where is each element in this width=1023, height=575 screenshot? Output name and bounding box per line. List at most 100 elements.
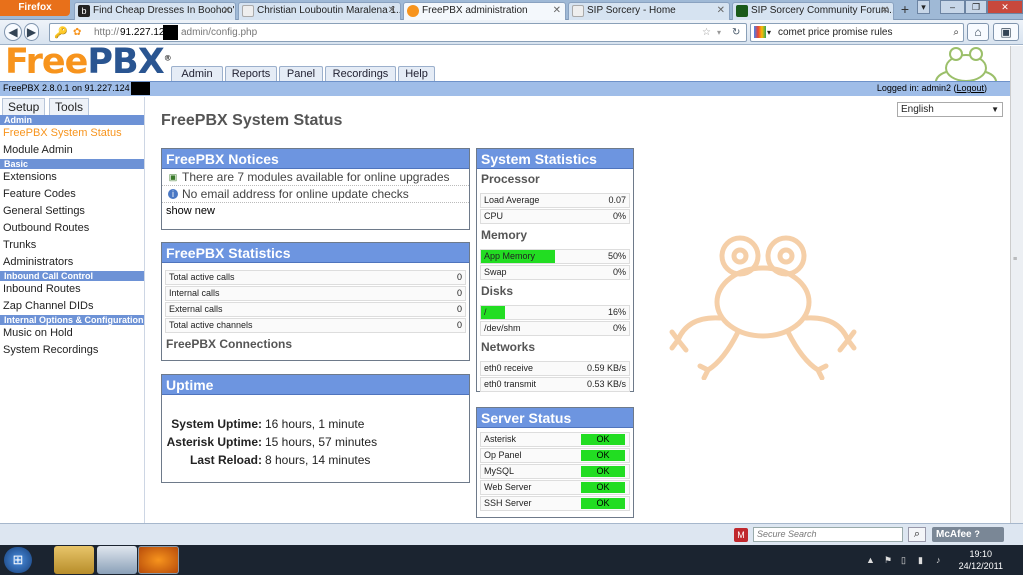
secure-search-input[interactable]: Secure Search [753, 527, 903, 542]
address-bar[interactable]: 🔑 ✿ http:// 91.227.124 admin/config.php … [49, 23, 747, 42]
stat-label: Total active calls [169, 272, 235, 282]
search-icon[interactable]: ⌕ [908, 527, 926, 542]
menu-panel[interactable]: Panel [279, 66, 323, 82]
mcafee-label: McAfee [936, 529, 972, 540]
battery-icon[interactable]: ▯ [901, 555, 906, 566]
server-row: Asterisk OK [480, 432, 630, 447]
logged-in-text: Logged in: admin2 (Logout) [877, 83, 987, 93]
processor-heading: Processor [481, 172, 540, 186]
sidebar-item-outbound-routes[interactable]: Outbound Routes [0, 220, 144, 237]
mcafee-button[interactable]: McAfee ? [932, 527, 1004, 542]
tab-tools[interactable]: Tools [49, 98, 90, 115]
magnifier-icon[interactable]: ⌕ [953, 24, 959, 41]
stat-value: 0.07 [608, 195, 626, 205]
notice-item[interactable]: i No email address for online update che… [162, 186, 469, 203]
close-icon[interactable]: ✕ [223, 3, 231, 19]
sidebar-item-zap-channel-dids[interactable]: Zap Channel DIDs [0, 298, 144, 315]
tab-label: SIP Sorcery Community Forum... [751, 5, 894, 16]
browser-status-bar: M Secure Search ⌕ McAfee ? [0, 523, 1023, 545]
sidebar-item-music-on-hold[interactable]: Music on Hold [0, 325, 144, 342]
explorer-icon[interactable] [54, 546, 94, 574]
addons-icon[interactable]: ▣ [993, 23, 1019, 41]
close-icon[interactable]: ✕ [881, 3, 889, 19]
browser-tab[interactable]: SIP Sorcery Community Forum... ✕ [732, 2, 894, 20]
menu-admin[interactable]: Admin [171, 66, 223, 82]
menu-help[interactable]: Help [398, 66, 435, 82]
sidebar-item-module-admin[interactable]: Module Admin [0, 142, 144, 159]
server-label: Web Server [484, 482, 532, 492]
search-text: comet price promise rules [778, 27, 893, 38]
network-icon[interactable]: ▮ [918, 555, 923, 566]
uptime-row: System Uptime: 16 hours, 1 minute [162, 415, 469, 433]
disk-row: / 16% [480, 305, 630, 320]
firefox-taskbar-icon[interactable] [138, 546, 179, 574]
back-icon[interactable]: ◀ [4, 23, 22, 41]
notices-title: FreePBX Notices [162, 149, 469, 169]
volume-icon[interactable]: ♪ [936, 555, 941, 565]
section-inbound-call-control: Inbound Call Control [0, 271, 144, 281]
sidebar-item-inbound-routes[interactable]: Inbound Routes [0, 281, 144, 298]
stat-row: Internal calls 0 [165, 286, 466, 301]
sidebar-item-system-status[interactable]: FreePBX System Status [0, 125, 144, 142]
sidebar-item-administrators[interactable]: Administrators [0, 254, 144, 271]
close-icon[interactable]: ✕ [553, 3, 561, 19]
section-basic: Basic [0, 159, 144, 169]
close-icon[interactable]: ✕ [388, 3, 396, 19]
system-clock[interactable]: 19:10 24/12/2011 [959, 548, 1003, 572]
stat-row: Total active channels 0 [165, 318, 466, 333]
start-button[interactable]: ⊞ [4, 547, 32, 573]
flag-icon[interactable]: ⚑ [884, 555, 892, 566]
search-input[interactable]: ▾ comet price promise rules ⌕ [750, 23, 964, 42]
processor-row: CPU 0% [480, 209, 630, 224]
vertical-scrollbar[interactable]: ≡ [1010, 46, 1023, 523]
sidebar-item-extensions[interactable]: Extensions [0, 169, 144, 186]
sidebar-item-general-settings[interactable]: General Settings [0, 203, 144, 220]
menu-reports[interactable]: Reports [225, 66, 277, 82]
browser-tab[interactable]: Christian Louboutin Maralena 1... ✕ [238, 2, 401, 20]
menu-recordings[interactable]: Recordings [325, 66, 396, 82]
browser-tab-active[interactable]: FreePBX administration ✕ [403, 2, 566, 20]
logout-link[interactable]: Logout [956, 83, 984, 93]
close-icon[interactable]: ✕ [717, 3, 725, 19]
minimize-icon[interactable]: – [940, 0, 965, 14]
firefox-menu-button[interactable]: Firefox [0, 0, 70, 16]
section-admin: Admin [0, 115, 144, 125]
reload-icon[interactable]: ↻ [732, 24, 740, 41]
forward-icon[interactable]: ▶ [24, 23, 39, 41]
chevron-down-icon: ▼ [991, 105, 999, 114]
maximize-icon[interactable]: ❐ [965, 0, 987, 14]
key-icon: 🔑 [54, 27, 68, 39]
bookmark-star-icon[interactable]: ☆ [702, 24, 711, 41]
uptime-row: Last Reload: 8 hours, 14 minutes [162, 451, 469, 469]
network-row: eth0 transmit 0.53 KB/s [480, 377, 630, 392]
notice-item[interactable]: ▣ There are 7 modules available for onli… [162, 169, 469, 186]
browser-tab[interactable]: SIP Sorcery - Home ✕ [568, 2, 730, 20]
network-row: eth0 receive 0.59 KB/s [480, 361, 630, 376]
connections-heading: FreePBX Connections [166, 337, 293, 351]
uptime-label: Asterisk Uptime: [166, 435, 262, 449]
tab-setup[interactable]: Setup [2, 98, 46, 115]
new-tab-button[interactable]: + [896, 2, 914, 19]
server-label: Op Panel [484, 450, 522, 460]
home-icon[interactable]: ⌂ [967, 23, 989, 41]
system-statistics-panel: System Statistics Processor Load Average… [476, 148, 634, 392]
show-new-link[interactable]: show new [162, 203, 469, 219]
sidebar-item-system-recordings[interactable]: System Recordings [0, 342, 144, 359]
sipsorcery-favicon [736, 5, 748, 17]
browser-tab[interactable]: b Find Cheap Dresses In Boohoo'... ✕ [74, 2, 236, 20]
language-select[interactable]: English ▼ [897, 102, 1003, 117]
tab-list-icon[interactable]: ▾ [917, 0, 930, 14]
stat-value: 50% [607, 251, 626, 261]
engine-dropdown-icon[interactable]: ▾ [767, 24, 771, 41]
close-window-icon[interactable]: ✕ [987, 0, 1023, 14]
stat-row: Total active calls 0 [165, 270, 466, 285]
media-player-icon[interactable] [97, 546, 137, 574]
disk-row: /dev/shm 0% [480, 321, 630, 336]
sidebar-item-trunks[interactable]: Trunks [0, 237, 144, 254]
tray-arrow-icon[interactable]: ▲ [866, 555, 875, 565]
server-row: Web Server OK [480, 480, 630, 495]
history-dropdown-icon[interactable]: ▾ [717, 24, 721, 41]
sidebar-item-feature-codes[interactable]: Feature Codes [0, 186, 144, 203]
tab-label: FreePBX administration [422, 5, 528, 16]
mcafee-shield-icon[interactable]: M [734, 528, 748, 542]
